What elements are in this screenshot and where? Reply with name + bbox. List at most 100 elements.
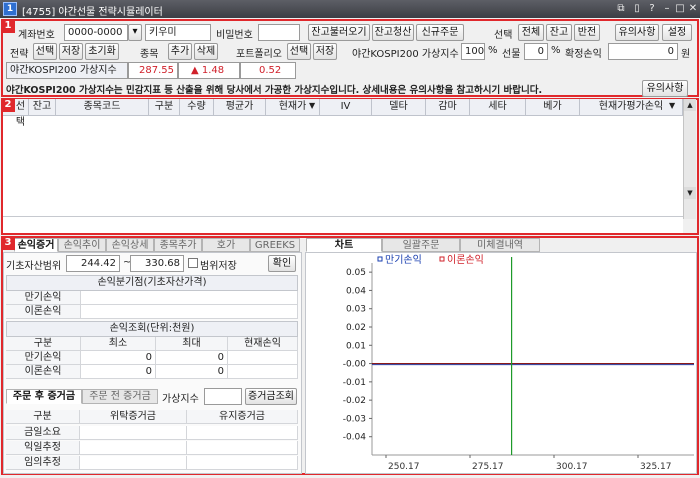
vix-input[interactable]: 100: [461, 43, 485, 60]
table-cell-current: [228, 365, 298, 379]
range-label: 기초자산범위: [6, 261, 62, 272]
tab-after-order-margin[interactable]: 주문 후 증거금: [6, 389, 82, 404]
x-tick-label: 325.17: [640, 462, 672, 472]
close-icon[interactable]: ✕: [686, 2, 700, 16]
account-dropdown-icon[interactable]: ▾: [128, 24, 142, 41]
breakeven-header: 손익분기점(기초자산가격): [6, 275, 298, 291]
range-to-input[interactable]: 330.68: [130, 255, 184, 272]
vix-label: 야간KOSPI200 가상지수: [352, 49, 459, 60]
y-tick-label: 0.04: [346, 286, 366, 296]
tab-batch-order[interactable]: 일괄주문: [382, 238, 460, 252]
scroll-up-icon[interactable]: ▲: [684, 99, 696, 111]
col-qty[interactable]: 수량: [180, 99, 214, 116]
item-delete-button[interactable]: 삭제: [194, 43, 218, 60]
col-gamma[interactable]: 감마: [426, 99, 470, 116]
query-col-min: 최소: [81, 337, 156, 351]
load-balance-button[interactable]: 잔고불러오기: [308, 24, 370, 41]
maximize-icon[interactable]: □: [673, 2, 687, 16]
tab-pnl-detail[interactable]: 손익상세: [106, 238, 154, 252]
account-number-input[interactable]: 0000-0000: [64, 24, 128, 41]
legend-swatch: [439, 256, 445, 262]
select-balance-button[interactable]: 잔고: [546, 24, 572, 41]
account-label: 계좌번호: [18, 30, 55, 41]
table-cell: [187, 456, 298, 470]
clear-balance-button[interactable]: 잔고청산: [372, 24, 414, 41]
tab-chart[interactable]: 차트: [306, 238, 382, 252]
tab-greeks[interactable]: GREEKS: [250, 238, 300, 252]
portfolio-select-button[interactable]: 선택: [287, 43, 311, 60]
link-icon[interactable]: ⧉: [614, 2, 628, 16]
col-current-pnl-dropdown-icon[interactable]: ▼: [669, 101, 675, 110]
futures-label: 선물: [502, 49, 521, 60]
portfolio-save-button[interactable]: 저장: [313, 43, 337, 60]
tab-add-item[interactable]: 종목추가: [154, 238, 202, 252]
confirm-button[interactable]: 확인: [268, 255, 296, 272]
select-invert-button[interactable]: 반전: [574, 24, 600, 41]
strategy-label: 전략: [10, 49, 29, 60]
col-theta[interactable]: 세타: [470, 99, 526, 116]
tab-unfilled-orders[interactable]: 미체결내역: [460, 238, 540, 252]
settings-button[interactable]: 설정: [662, 24, 692, 41]
legend-label: 이론손익: [447, 254, 484, 266]
range-save-checkbox[interactable]: [188, 258, 198, 268]
item-add-button[interactable]: 추가: [168, 43, 192, 60]
index-label: 야간KOSPI200 가상지수: [6, 62, 128, 79]
portfolio-label: 포트폴리오: [236, 49, 282, 60]
col-current-pnl[interactable]: 현재가평가손익: [580, 99, 683, 116]
col-iv[interactable]: IV: [320, 99, 372, 116]
help-icon[interactable]: ?: [645, 2, 659, 16]
scroll-down-icon[interactable]: ▼: [684, 187, 696, 199]
tab-pnl-margin[interactable]: 손익증거금: [14, 238, 58, 264]
table-cell: [187, 441, 298, 455]
futures-input[interactable]: 0: [524, 43, 548, 60]
table-cell: [80, 456, 187, 470]
index-value: 287.55: [128, 62, 178, 79]
chart-panel: 0.05 0.04 0.03 0.02 0.01 -0.00 -0.01 -0.02 -0.03…: [305, 252, 697, 474]
table-cell-current: [228, 351, 298, 365]
tab-quote[interactable]: 호가: [202, 238, 250, 252]
col-type[interactable]: 구분: [149, 99, 180, 116]
table-row-label: 만기손익: [6, 351, 81, 365]
strategy-reset-button[interactable]: 초기화: [85, 43, 119, 60]
pnl-query-header: 손익조회(단위:천원): [6, 321, 298, 337]
select-all-button[interactable]: 전체: [518, 24, 544, 41]
tab-pnl-trend[interactable]: 손익추이: [58, 238, 106, 252]
index-notice-text: 야간KOSPI200 가상지수는 민감지표 등 산출을 위해 당사에서 가공한 …: [6, 85, 543, 96]
index-rate: 0.52: [240, 62, 296, 79]
new-order-button[interactable]: 신규주문: [416, 24, 464, 41]
col-avg-price[interactable]: 평균가: [214, 99, 266, 116]
query-col-type: 구분: [6, 337, 81, 351]
table-cell: [80, 426, 187, 440]
notice-button-2[interactable]: 유의사항: [642, 80, 688, 97]
virtual-index-input[interactable]: [204, 388, 242, 405]
password-input[interactable]: [258, 24, 300, 41]
range-from-input[interactable]: 244.42: [66, 255, 120, 272]
col-vega[interactable]: 베가: [526, 99, 580, 116]
query-col-max: 최대: [156, 337, 228, 351]
breakeven-row-label: 만기손익: [6, 291, 81, 305]
grid-scrollbar[interactable]: ▲ ▼: [683, 99, 696, 219]
margin-query-button[interactable]: 증거금조회: [245, 388, 297, 405]
col-balance[interactable]: 잔고: [29, 99, 56, 116]
legend-label: 만기손익: [385, 254, 422, 266]
col-item-code[interactable]: 종목코드: [56, 99, 149, 116]
strategy-select-button[interactable]: 선택: [33, 43, 57, 60]
table-cell-max: 0: [156, 351, 228, 365]
table-row-label: 임의추정: [6, 456, 80, 470]
y-tick-label: -0.02: [343, 396, 366, 406]
table-row-label: 이론손익: [6, 365, 81, 379]
table-row-label: 익일추정: [6, 441, 80, 455]
col-delta[interactable]: 델타: [372, 99, 426, 116]
pnl-chart: 0.05 0.04 0.03 0.02 0.01 -0.00 -0.01 -0.02 -0.03…: [343, 254, 694, 472]
strategy-save-button[interactable]: 저장: [59, 43, 83, 60]
col-current-price-dropdown-icon[interactable]: ▼: [309, 101, 315, 110]
notice-button[interactable]: 유의사항: [615, 24, 659, 41]
table-cell: [187, 426, 298, 440]
breakeven-row-label: 이론손익: [6, 305, 81, 319]
minimize-icon[interactable]: –: [660, 2, 674, 16]
tab-before-order-margin[interactable]: 주문 전 증거금: [82, 389, 158, 404]
legend-swatch: [377, 256, 383, 262]
index-change: ▲ 1.48: [178, 62, 240, 79]
pin-icon[interactable]: ▯: [630, 2, 644, 16]
title-bar: 1 [4755] 야간선물 전략시뮬레이터 ⧉ ▯ ? – □ ✕: [0, 0, 700, 18]
